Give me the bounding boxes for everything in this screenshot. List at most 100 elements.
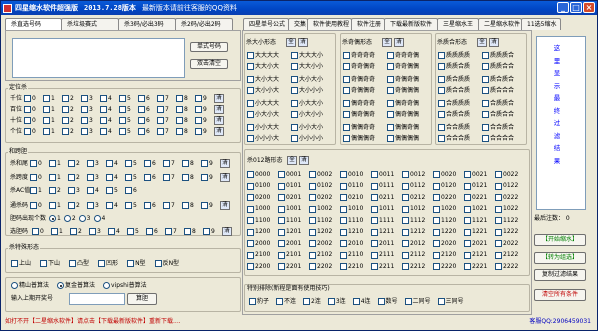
digit-checkbox[interactable]: 9 — [201, 202, 220, 209]
checkbox-box[interactable] — [24, 106, 31, 113]
road-checkbox[interactable]: 1002 — [309, 205, 339, 213]
checkbox-box[interactable] — [495, 263, 502, 270]
digit-checkbox[interactable]: 4 — [100, 128, 119, 135]
dan-digit-checkbox[interactable]: 1 — [51, 228, 70, 235]
radio-dot[interactable] — [63, 215, 71, 222]
road-checkbox[interactable]: 1211 — [371, 228, 401, 236]
checkbox-box[interactable] — [278, 228, 285, 236]
checkbox-box[interactable] — [387, 87, 394, 94]
prime-shape-checkbox[interactable]: 合合质质 — [438, 124, 482, 131]
digit-checkbox[interactable]: 9 — [201, 160, 220, 167]
close-button[interactable]: × — [583, 2, 595, 13]
road-checkbox[interactable]: 1102 — [309, 217, 339, 224]
checkbox-box[interactable] — [127, 260, 135, 267]
road-checkbox[interactable]: 0202 — [309, 194, 339, 201]
size-shape-checkbox[interactable]: 小大大小 — [291, 100, 335, 107]
checkbox-box[interactable] — [176, 117, 183, 124]
tab-kill-junk[interactable]: 杀垃圾赛式 — [61, 18, 119, 30]
digit-checkbox[interactable]: 5 — [106, 187, 125, 194]
checkbox-box[interactable] — [343, 100, 350, 107]
road-checkbox[interactable]: 1022 — [495, 205, 525, 213]
checkbox-box[interactable] — [482, 124, 489, 131]
checkbox-box[interactable] — [51, 228, 58, 235]
checkbox-box[interactable] — [157, 117, 164, 124]
road-checkbox[interactable]: 0201 — [278, 194, 308, 201]
road-checkbox[interactable]: 2101 — [278, 251, 308, 259]
checkbox-box[interactable] — [402, 217, 409, 224]
checkbox-box[interactable] — [247, 240, 254, 247]
prime-shape-checkbox[interactable]: 质合质合 — [482, 76, 526, 83]
road-checkbox[interactable]: 0222 — [495, 194, 525, 201]
checkbox-box[interactable] — [247, 171, 254, 178]
checkbox-box[interactable] — [278, 182, 285, 190]
size-shape-checkbox[interactable]: 大小大小 — [291, 76, 335, 83]
checkbox-box[interactable] — [340, 217, 347, 224]
road-checkbox[interactable]: 1010 — [340, 205, 370, 213]
checkbox-box[interactable] — [464, 251, 471, 259]
checkbox-box[interactable] — [278, 263, 285, 270]
checkbox-box[interactable] — [176, 128, 183, 135]
number-input-area[interactable] — [12, 38, 185, 78]
checkbox-box[interactable] — [402, 182, 409, 190]
checkbox-box[interactable] — [106, 160, 113, 167]
rule-checkbox[interactable]: 三同号 — [437, 298, 464, 305]
digit-checkbox[interactable]: 0 — [30, 160, 49, 167]
checkbox-box[interactable] — [247, 182, 254, 190]
checkbox-box[interactable] — [482, 111, 489, 118]
checkbox-box[interactable] — [482, 63, 489, 70]
checkbox-box[interactable] — [89, 228, 96, 235]
digit-checkbox[interactable]: 7 — [163, 174, 182, 181]
digit-checkbox[interactable]: 6 — [144, 174, 163, 181]
checkbox-box[interactable] — [371, 182, 378, 190]
checkbox-box[interactable] — [438, 111, 445, 118]
odd-shape-checkbox[interactable]: 偶奇偶偶 — [387, 111, 431, 118]
checkbox-box[interactable] — [291, 87, 298, 94]
checkbox-box[interactable] — [154, 260, 162, 267]
prime-shape-checkbox[interactable]: 合质合合 — [482, 111, 526, 118]
prime-shape-checkbox[interactable]: 合合合合 — [482, 135, 526, 142]
road-checkbox[interactable]: 0100 — [247, 182, 277, 190]
checkbox-box[interactable] — [138, 95, 145, 102]
road-checkbox[interactable]: 1200 — [247, 228, 277, 236]
digit-checkbox[interactable]: 2 — [68, 160, 87, 167]
checkbox-box[interactable] — [438, 124, 445, 131]
checkbox-box[interactable] — [464, 194, 471, 201]
checkbox-box[interactable] — [247, 135, 254, 142]
clear-row-button[interactable]: 清 — [220, 201, 230, 210]
checkbox-box[interactable] — [182, 202, 189, 209]
copy-result-button[interactable]: 复制过滤结果 — [534, 269, 586, 281]
rule-checkbox[interactable]: 4连 — [352, 298, 371, 305]
rule-checkbox[interactable]: 3连 — [327, 298, 346, 305]
digit-checkbox[interactable]: 4 — [100, 117, 119, 124]
checkbox-box[interactable] — [387, 124, 394, 131]
road-checkbox[interactable]: 2112 — [402, 251, 432, 259]
road-checkbox[interactable]: 0121 — [464, 182, 494, 190]
checkbox-box[interactable] — [433, 251, 440, 259]
checkbox-box[interactable] — [438, 52, 445, 59]
checkbox-box[interactable] — [49, 202, 56, 209]
prime-shape-checkbox[interactable]: 合质质质 — [438, 100, 482, 107]
special-shape-checkbox[interactable]: 凹形 — [98, 260, 118, 267]
road-checkbox[interactable]: 0111 — [371, 182, 401, 190]
road-checkbox[interactable]: 0200 — [247, 194, 277, 201]
checkbox-box[interactable] — [247, 124, 254, 131]
checkbox-box[interactable] — [340, 171, 347, 178]
checkbox-box[interactable] — [138, 128, 145, 135]
checkbox-box[interactable] — [291, 76, 298, 83]
checkbox-box[interactable] — [100, 128, 107, 135]
single-number-button[interactable]: 单式号码 — [190, 42, 228, 52]
prime-shape-checkbox[interactable]: 质质合质 — [438, 63, 482, 70]
checkbox-box[interactable] — [11, 260, 18, 267]
checkbox-box[interactable] — [438, 63, 445, 70]
checkbox-box[interactable] — [387, 63, 394, 70]
road-checkbox[interactable]: 0021 — [464, 171, 494, 178]
checkbox-box[interactable] — [371, 240, 378, 247]
maximize-button[interactable]: □ — [570, 2, 582, 13]
dan-digit-checkbox[interactable]: 7 — [165, 228, 184, 235]
radio-dot[interactable] — [93, 215, 101, 222]
checkbox-box[interactable] — [157, 106, 164, 113]
road-checkbox[interactable]: 2100 — [247, 251, 277, 259]
digit-checkbox[interactable]: 2 — [49, 187, 68, 194]
checkbox-box[interactable] — [387, 100, 394, 107]
rule-checkbox[interactable]: 豹子 — [249, 298, 269, 305]
